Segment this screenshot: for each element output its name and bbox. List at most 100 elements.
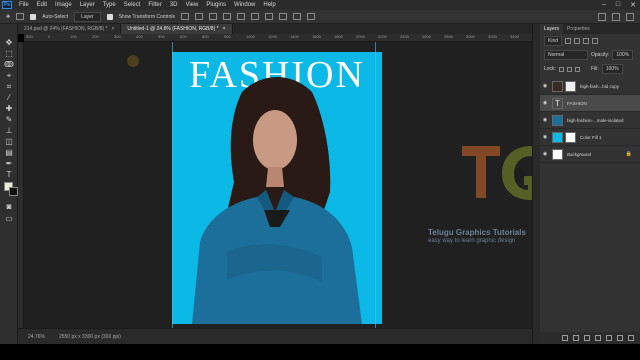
- menu-3d[interactable]: 3D: [166, 2, 182, 8]
- move-tool-icon[interactable]: ✥: [4, 38, 14, 47]
- layer-row[interactable]: ◉ high-fash...bid copy: [540, 78, 640, 95]
- maximize-icon[interactable]: □: [616, 1, 620, 9]
- visibility-eye-icon[interactable]: ◉: [540, 151, 550, 157]
- zoom-level[interactable]: 24.76%: [28, 334, 45, 340]
- layer-row[interactable]: ◉ high-fashion-...male-isolated: [540, 112, 640, 129]
- watermark-subtitle: easy way to learn graphic design: [428, 238, 516, 244]
- menu-type[interactable]: Type: [99, 2, 120, 8]
- adjustment-layer-icon[interactable]: [595, 335, 601, 341]
- quick-mask-icon[interactable]: ◙: [4, 202, 14, 211]
- layer-mask-thumbnail[interactable]: [565, 80, 576, 92]
- search-icon[interactable]: [598, 13, 606, 21]
- tab-document-214[interactable]: 214.psd @ 24% (FASHION, RGB/8) * ×: [18, 24, 122, 34]
- lock-position-icon[interactable]: [566, 66, 572, 72]
- ruler-tick-label: 500: [158, 34, 165, 39]
- auto-select-checkbox[interactable]: [30, 13, 37, 20]
- menu-plugins[interactable]: Plugins: [202, 2, 230, 8]
- opacity-label: Opacity:: [591, 52, 610, 58]
- pen-tool-icon[interactable]: ✒: [4, 159, 14, 168]
- layer-style-icon[interactable]: [573, 335, 579, 341]
- menu-layer[interactable]: Layer: [76, 2, 99, 8]
- align-top-icon[interactable]: [223, 13, 231, 20]
- trash-icon[interactable]: [628, 335, 634, 341]
- close-icon[interactable]: ✕: [630, 1, 636, 9]
- layer-kind-filter[interactable]: Kind: [544, 36, 563, 46]
- 3d-pan-icon[interactable]: [307, 13, 315, 20]
- guide-line-right[interactable]: [375, 42, 376, 328]
- folder-icon[interactable]: [16, 13, 25, 20]
- close-tab-icon[interactable]: ×: [111, 26, 114, 32]
- 3d-orbit-icon[interactable]: [293, 13, 301, 20]
- close-tab-icon[interactable]: ×: [223, 26, 226, 32]
- visibility-eye-icon[interactable]: ◉: [540, 117, 550, 123]
- type-tool-icon[interactable]: T: [4, 170, 14, 179]
- new-layer-icon[interactable]: [617, 335, 623, 341]
- filter-pixel-icon[interactable]: [565, 38, 572, 44]
- horizontal-ruler: 500 0 100 200 300 400 500 600 800 900 10…: [24, 34, 532, 42]
- layer-name: Color Fill 1: [580, 134, 602, 140]
- minimize-icon[interactable]: –: [602, 1, 606, 9]
- menu-file[interactable]: File: [15, 2, 33, 8]
- layer-row[interactable]: ◉ T FASHION: [540, 95, 640, 112]
- add-mask-icon[interactable]: [584, 335, 590, 341]
- menu-image[interactable]: Image: [51, 2, 76, 8]
- quick-select-tool-icon[interactable]: ⌖: [4, 71, 14, 80]
- lasso-tool-icon[interactable]: ↂ: [4, 60, 14, 69]
- layer-row[interactable]: ◉ Background 🔒: [540, 146, 640, 163]
- visibility-eye-icon[interactable]: ◉: [540, 134, 550, 140]
- tab-properties[interactable]: Properties: [563, 24, 594, 34]
- new-group-icon[interactable]: [606, 335, 612, 341]
- ruler-tick-label: 300: [114, 34, 121, 39]
- auto-select-target-dropdown[interactable]: Layer: [74, 11, 101, 22]
- menu-help[interactable]: Help: [259, 2, 279, 8]
- tab-document-untitled[interactable]: Untitled-1 @ 24.8% (FASHION, RGB/8) * ×: [121, 24, 233, 34]
- ruler-tick-label: 1200: [268, 34, 277, 39]
- gradient-tool-icon[interactable]: ▤: [4, 148, 14, 157]
- layer-row[interactable]: ◉ Color Fill 1: [540, 129, 640, 146]
- crop-tool-icon[interactable]: ⌗: [4, 82, 14, 91]
- blend-row: Normal Opacity: 100%: [540, 48, 640, 62]
- guide-line-left[interactable]: [172, 42, 173, 328]
- tools-panel: ✥ ⬚ ↂ ⌖ ⌗ ⁄ ✚ ✎ ⊥ ◫ ▤ ✒ T ◙ ▭: [0, 24, 18, 344]
- fashion-poster-artboard[interactable]: FASHION: [172, 52, 382, 324]
- link-layers-icon[interactable]: [562, 335, 568, 341]
- layer-mask-thumbnail[interactable]: [565, 131, 576, 143]
- visibility-eye-icon[interactable]: ◉: [540, 83, 550, 89]
- menu-select[interactable]: Select: [120, 2, 145, 8]
- share-icon[interactable]: [626, 13, 634, 21]
- opacity-input[interactable]: 100%: [612, 50, 634, 60]
- blend-mode-dropdown[interactable]: Normal: [544, 50, 588, 60]
- lock-all-icon[interactable]: [574, 66, 580, 72]
- align-middle-icon[interactable]: [237, 13, 245, 20]
- filter-type-icon[interactable]: [583, 38, 590, 44]
- align-bottom-icon[interactable]: [251, 13, 259, 20]
- brush-tool-icon[interactable]: ✎: [4, 115, 14, 124]
- eraser-tool-icon[interactable]: ◫: [4, 137, 14, 146]
- screen-mode-icon[interactable]: ▭: [4, 214, 14, 223]
- transform-controls-checkbox[interactable]: [106, 13, 113, 20]
- more-options-icon[interactable]: [265, 13, 273, 20]
- healing-brush-tool-icon[interactable]: ✚: [4, 104, 14, 113]
- 3d-mode-icon[interactable]: [279, 13, 287, 20]
- fill-input[interactable]: 100%: [601, 64, 623, 74]
- background-color-swatch[interactable]: [9, 187, 18, 196]
- move-tool-icon[interactable]: ✥: [6, 14, 10, 20]
- menu-filter[interactable]: Filter: [144, 2, 165, 8]
- filter-shape-icon[interactable]: [592, 38, 599, 44]
- workspace-icon[interactable]: [612, 13, 620, 21]
- menu-edit[interactable]: Edit: [33, 2, 51, 8]
- menu-bar: Ps File Edit Image Layer Type Select Fil…: [0, 0, 640, 10]
- tab-layers[interactable]: Layers: [540, 24, 564, 34]
- marquee-tool-icon[interactable]: ⬚: [4, 49, 14, 58]
- clone-stamp-tool-icon[interactable]: ⊥: [4, 126, 14, 135]
- menu-view[interactable]: View: [181, 2, 202, 8]
- lock-pixels-icon[interactable]: [558, 66, 564, 72]
- eyedropper-tool-icon[interactable]: ⁄: [4, 93, 14, 102]
- ruler-tick-label: 2800: [444, 34, 453, 39]
- align-left-icon[interactable]: [181, 13, 189, 20]
- menu-window[interactable]: Window: [230, 2, 259, 8]
- filter-adjustment-icon[interactable]: [574, 38, 581, 44]
- visibility-eye-icon[interactable]: ◉: [540, 100, 550, 106]
- align-right-icon[interactable]: [209, 13, 217, 20]
- align-center-icon[interactable]: [195, 13, 203, 20]
